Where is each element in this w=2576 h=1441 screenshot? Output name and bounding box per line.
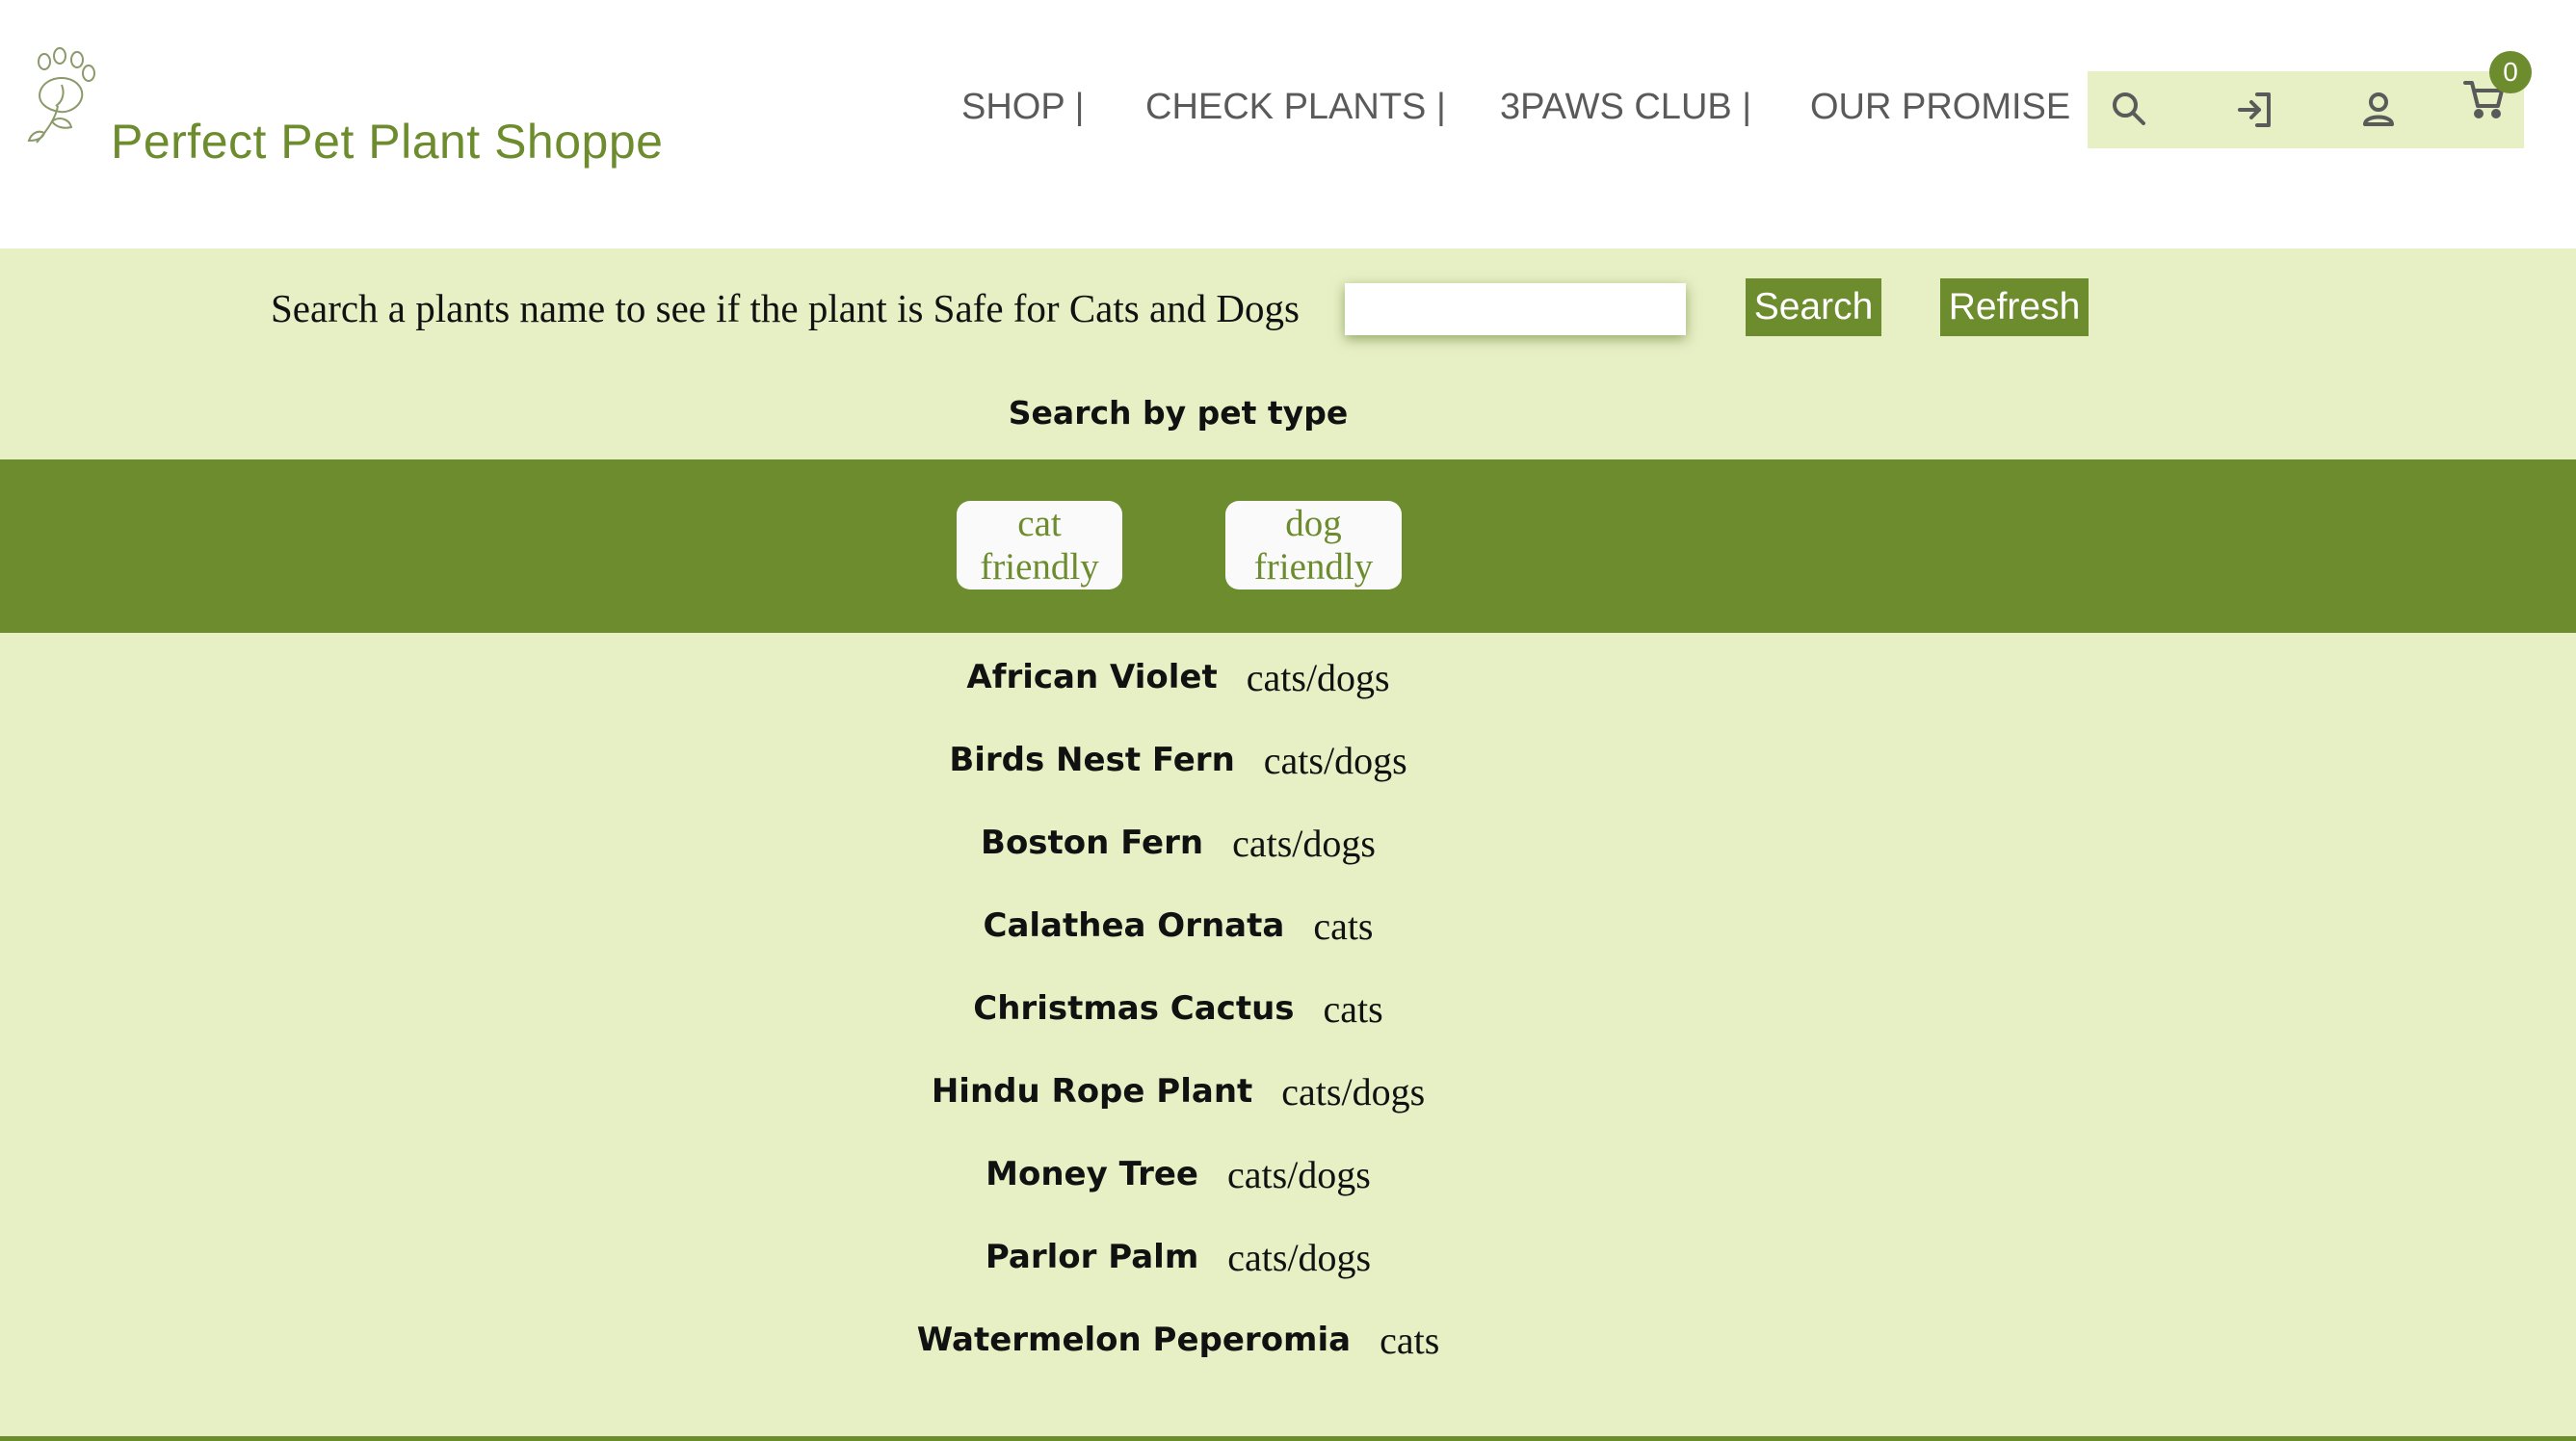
plant-name: Boston Fern [981,824,1204,862]
plant-name: Christmas Cactus [973,989,1295,1028]
header-icon-bar [2088,71,2524,148]
nav-shop[interactable]: SHOP | [961,87,1084,135]
plant-row: Christmas Cactus cats [0,967,2356,1050]
plant-safe-for: cats/dogs [1263,738,1407,782]
plant-search-input[interactable] [1345,283,1686,335]
plant-safe-for: cats/dogs [1227,1235,1372,1279]
plant-name: Watermelon Peperomia [916,1321,1352,1359]
plant-row: African Violet cats/dogs [0,636,2356,719]
search-button[interactable]: Search [1746,278,1881,336]
nav-our-promise[interactable]: OUR PROMISE [1810,87,2070,135]
plant-row: Calathea Ornata cats [0,884,2356,967]
plant-safe-for: cats [1313,904,1374,948]
cat-friendly-line-1: cat [1017,503,1062,544]
plant-row: Watermelon Peperomia cats [0,1298,2356,1381]
login-icon[interactable] [2228,83,2282,137]
dog-friendly-line-1: dog [1285,503,1342,544]
refresh-button[interactable]: Refresh [1940,278,2089,336]
plant-name: Calathea Ornata [983,906,1285,945]
plant-safe-for: cats/dogs [1232,821,1376,865]
plant-safe-for: cats/dogs [1281,1069,1426,1114]
plant-row: Birds Nest Fern cats/dogs [0,719,2356,801]
pet-type-heading: Search by pet type [1008,394,1349,432]
plant-safe-for: cats/dogs [1226,1152,1371,1196]
site-header: Perfect Pet Plant Shoppe SHOP | CHECK PL… [0,0,2576,249]
plant-name: Hindu Rope Plant [931,1072,1253,1111]
cat-friendly-button[interactable]: cat friendly [957,501,1122,590]
nav-check-plants[interactable]: CHECK PLANTS | [1145,87,1446,135]
user-icon[interactable] [2352,83,2405,137]
footer-divider [0,1436,2576,1441]
paw-leaf-icon[interactable] [23,46,112,148]
dog-friendly-line-2: friendly [1253,546,1374,588]
plant-name: Money Tree [986,1155,1198,1193]
plant-safe-for: cats [1380,1318,1440,1362]
search-instructions: Search a plants name to see if the plant… [271,286,1300,330]
plant-row: Parlor Palm cats/dogs [0,1216,2356,1298]
plant-name: Parlor Palm [985,1238,1199,1276]
plant-row: Money Tree cats/dogs [0,1133,2356,1216]
plant-list: African Violet cats/dogs Birds Nest Fern… [0,636,2356,1381]
plant-safe-for: cats/dogs [1246,655,1390,699]
plant-row: Boston Fern cats/dogs [0,801,2356,884]
cat-friendly-line-2: friendly [980,546,1099,588]
brand-name[interactable]: Perfect Pet Plant Shoppe [111,114,663,170]
nav-3paws-club[interactable]: 3PAWS CLUB | [1500,87,1751,135]
plant-name: African Violet [966,658,1218,696]
search-icon[interactable] [2103,83,2157,137]
dog-friendly-button[interactable]: dog friendly [1225,501,1402,590]
plant-safe-for: cats [1323,986,1383,1031]
plant-row: Hindu Rope Plant cats/dogs [0,1050,2356,1133]
cart-count-badge: 0 [2489,51,2532,93]
plant-name: Birds Nest Fern [949,741,1235,779]
